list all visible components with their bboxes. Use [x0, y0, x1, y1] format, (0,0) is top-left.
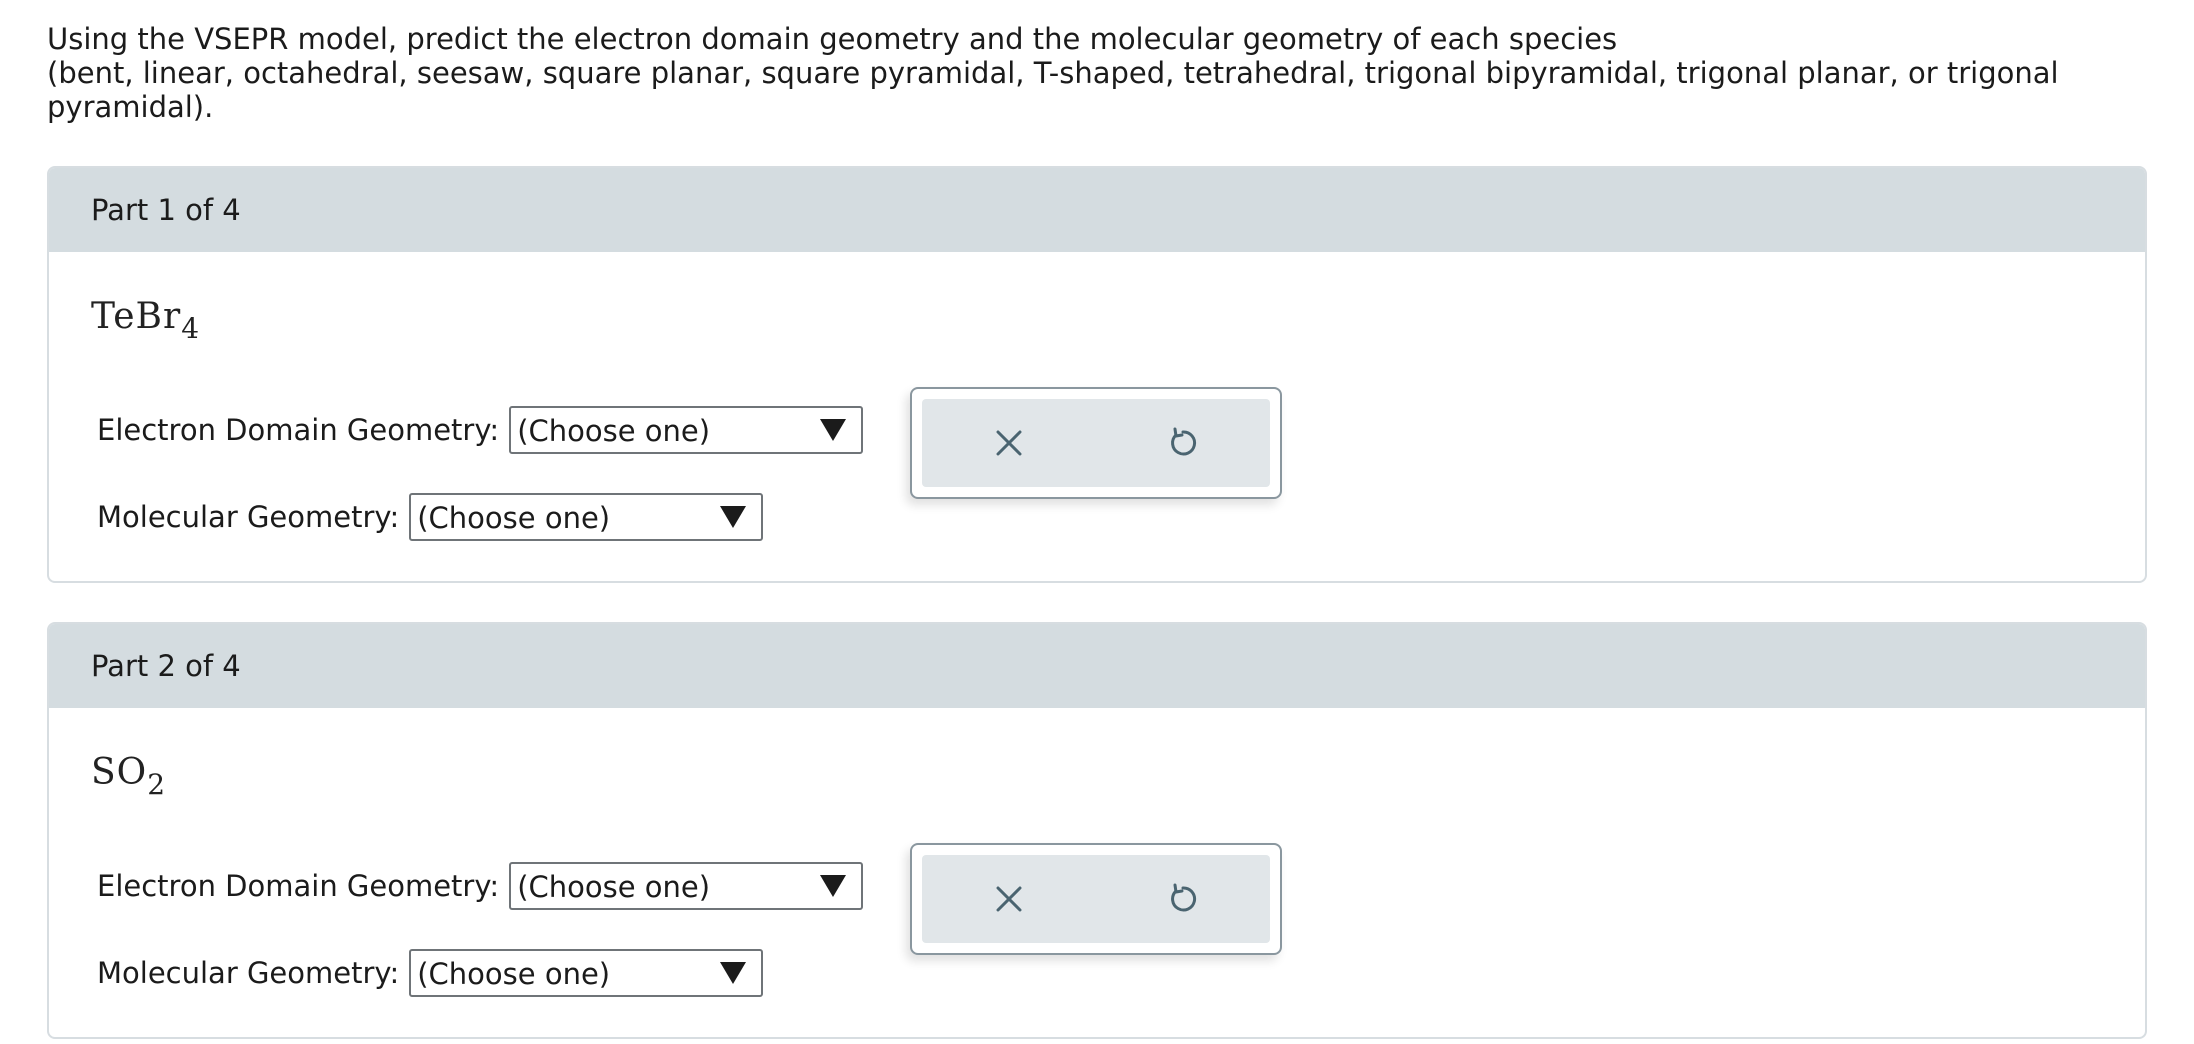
- part-2-edg-select[interactable]: (Choose one): [509, 862, 864, 910]
- part-1-mg-select-value: (Choose one): [417, 501, 611, 535]
- caret-down-icon: [720, 506, 747, 528]
- part-2-panel: Part 2 of 4 SO2 Electron Domain Geometry…: [47, 622, 2147, 1039]
- part-2-reset-button[interactable]: [1153, 869, 1213, 929]
- part-2-edg-label: Electron Domain Geometry:: [97, 869, 500, 903]
- part-1-panel: Part 1 of 4 TeBr4 Electron Domain Geomet…: [47, 166, 2147, 583]
- part-1-edg-select-value: (Choose one): [517, 414, 711, 448]
- caret-down-icon: [720, 962, 747, 984]
- x-icon: [996, 886, 1022, 912]
- part-1-mg-label: Molecular Geometry:: [97, 500, 400, 534]
- undo-icon: [1171, 427, 1197, 456]
- part-2-edg-row: Electron Domain Geometry: (Choose one): [97, 862, 864, 910]
- part-2-action-bar: [922, 855, 1270, 943]
- part-2-clear-button[interactable]: [979, 869, 1039, 929]
- part-1-action-box: [910, 387, 1282, 499]
- caret-down-icon: [820, 875, 847, 897]
- part-2-mg-select[interactable]: (Choose one): [409, 949, 764, 997]
- undo-icon: [1171, 883, 1197, 912]
- part-1-reset-button[interactable]: [1153, 413, 1213, 473]
- x-icon: [996, 430, 1022, 456]
- question-prompt: Using the VSEPR model, predict the elect…: [47, 22, 2127, 124]
- part-2-mg-label: Molecular Geometry:: [97, 956, 400, 990]
- part-1-edg-label: Electron Domain Geometry:: [97, 413, 500, 447]
- part-1-clear-button[interactable]: [979, 413, 1039, 473]
- caret-down-icon: [820, 419, 847, 441]
- part-1-action-bar: [922, 399, 1270, 487]
- part-2-mg-select-value: (Choose one): [417, 957, 611, 991]
- part-2-action-box: [910, 843, 1282, 955]
- part-2-edg-select-value: (Choose one): [517, 870, 711, 904]
- part-1-mg-select[interactable]: (Choose one): [409, 493, 764, 541]
- part-2-mg-row: Molecular Geometry: (Choose one): [97, 949, 764, 997]
- part-1-header: Part 1 of 4: [49, 168, 2145, 252]
- prompt-line-2: (bent, linear, octahedral, seesaw, squar…: [47, 56, 2059, 124]
- part-1-edg-select[interactable]: (Choose one): [509, 406, 864, 454]
- prompt-line-1: Using the VSEPR model, predict the elect…: [47, 22, 1618, 56]
- part-1-mg-row: Molecular Geometry: (Choose one): [97, 493, 764, 541]
- part-2-header: Part 2 of 4: [49, 624, 2145, 708]
- part-1-edg-row: Electron Domain Geometry: (Choose one): [97, 406, 864, 454]
